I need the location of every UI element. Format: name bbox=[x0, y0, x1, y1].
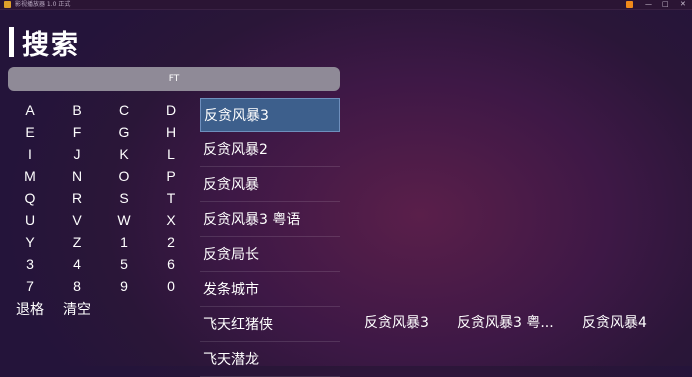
key-r[interactable]: R bbox=[61, 188, 93, 208]
key-k[interactable]: K bbox=[108, 144, 140, 164]
result-item[interactable]: 反贪局长 bbox=[200, 238, 340, 272]
key-6[interactable]: 6 bbox=[155, 254, 187, 274]
close-button[interactable]: ✕ bbox=[680, 0, 686, 9]
minimize-button[interactable]: — bbox=[645, 0, 652, 9]
result-item[interactable]: 反贪风暴3 bbox=[200, 98, 340, 132]
key-0[interactable]: 0 bbox=[155, 276, 187, 296]
key-j[interactable]: J bbox=[61, 144, 93, 164]
clear-button[interactable]: 清空 bbox=[57, 300, 97, 320]
key-x[interactable]: X bbox=[155, 210, 187, 230]
key-8[interactable]: 8 bbox=[61, 276, 93, 296]
key-s[interactable]: S bbox=[108, 188, 140, 208]
key-4[interactable]: 4 bbox=[61, 254, 93, 274]
result-item[interactable]: 发条城市 bbox=[200, 273, 340, 307]
result-item[interactable]: 反贪风暴3 粤语 bbox=[200, 203, 340, 237]
result-item[interactable]: 飞天潜龙 bbox=[200, 343, 340, 377]
window-titlebar: 影视播放器 1.0 正式 — □ ✕ bbox=[0, 0, 692, 10]
key-9[interactable]: 9 bbox=[108, 276, 140, 296]
key-1[interactable]: 1 bbox=[108, 232, 140, 252]
result-item[interactable]: 飞天红猪侠 bbox=[200, 308, 340, 342]
key-w[interactable]: W bbox=[108, 210, 140, 230]
search-input[interactable]: FT bbox=[8, 67, 340, 91]
page-title: 搜索 bbox=[9, 25, 80, 61]
backspace-button[interactable]: 退格 bbox=[10, 300, 50, 320]
key-a[interactable]: A bbox=[14, 100, 46, 120]
search-query: FT bbox=[168, 74, 180, 84]
key-f[interactable]: F bbox=[61, 122, 93, 142]
key-g[interactable]: G bbox=[108, 122, 140, 142]
key-n[interactable]: N bbox=[61, 166, 93, 186]
key-e[interactable]: E bbox=[14, 122, 46, 142]
key-b[interactable]: B bbox=[61, 100, 93, 120]
app-logo-icon bbox=[4, 1, 11, 8]
key-2[interactable]: 2 bbox=[155, 232, 187, 252]
key-c[interactable]: C bbox=[108, 100, 140, 120]
key-z[interactable]: Z bbox=[61, 232, 93, 252]
maximize-button[interactable]: □ bbox=[662, 0, 669, 9]
title-accent-bar bbox=[9, 27, 14, 57]
key-p[interactable]: P bbox=[155, 166, 187, 186]
related-item[interactable]: 反贪风暴3 粤... bbox=[457, 312, 554, 334]
key-u[interactable]: U bbox=[14, 210, 46, 230]
related-item[interactable]: 反贪风暴3 bbox=[364, 312, 429, 334]
pin-icon[interactable] bbox=[626, 1, 633, 8]
key-i[interactable]: I bbox=[14, 144, 46, 164]
key-t[interactable]: T bbox=[155, 188, 187, 208]
key-q[interactable]: Q bbox=[14, 188, 46, 208]
page-title-text: 搜索 bbox=[22, 29, 80, 61]
result-item[interactable]: 反贪风暴 bbox=[200, 168, 340, 202]
key-l[interactable]: L bbox=[155, 144, 187, 164]
key-h[interactable]: H bbox=[155, 122, 187, 142]
key-3[interactable]: 3 bbox=[14, 254, 46, 274]
key-7[interactable]: 7 bbox=[14, 276, 46, 296]
related-item[interactable]: 反贪风暴4 bbox=[582, 312, 647, 334]
key-v[interactable]: V bbox=[61, 210, 93, 230]
key-o[interactable]: O bbox=[108, 166, 140, 186]
key-m[interactable]: M bbox=[14, 166, 46, 186]
window-title: 影视播放器 1.0 正式 bbox=[15, 1, 71, 8]
key-y[interactable]: Y bbox=[14, 232, 46, 252]
key-5[interactable]: 5 bbox=[108, 254, 140, 274]
result-item[interactable]: 反贪风暴2 bbox=[200, 133, 340, 167]
key-d[interactable]: D bbox=[155, 100, 187, 120]
